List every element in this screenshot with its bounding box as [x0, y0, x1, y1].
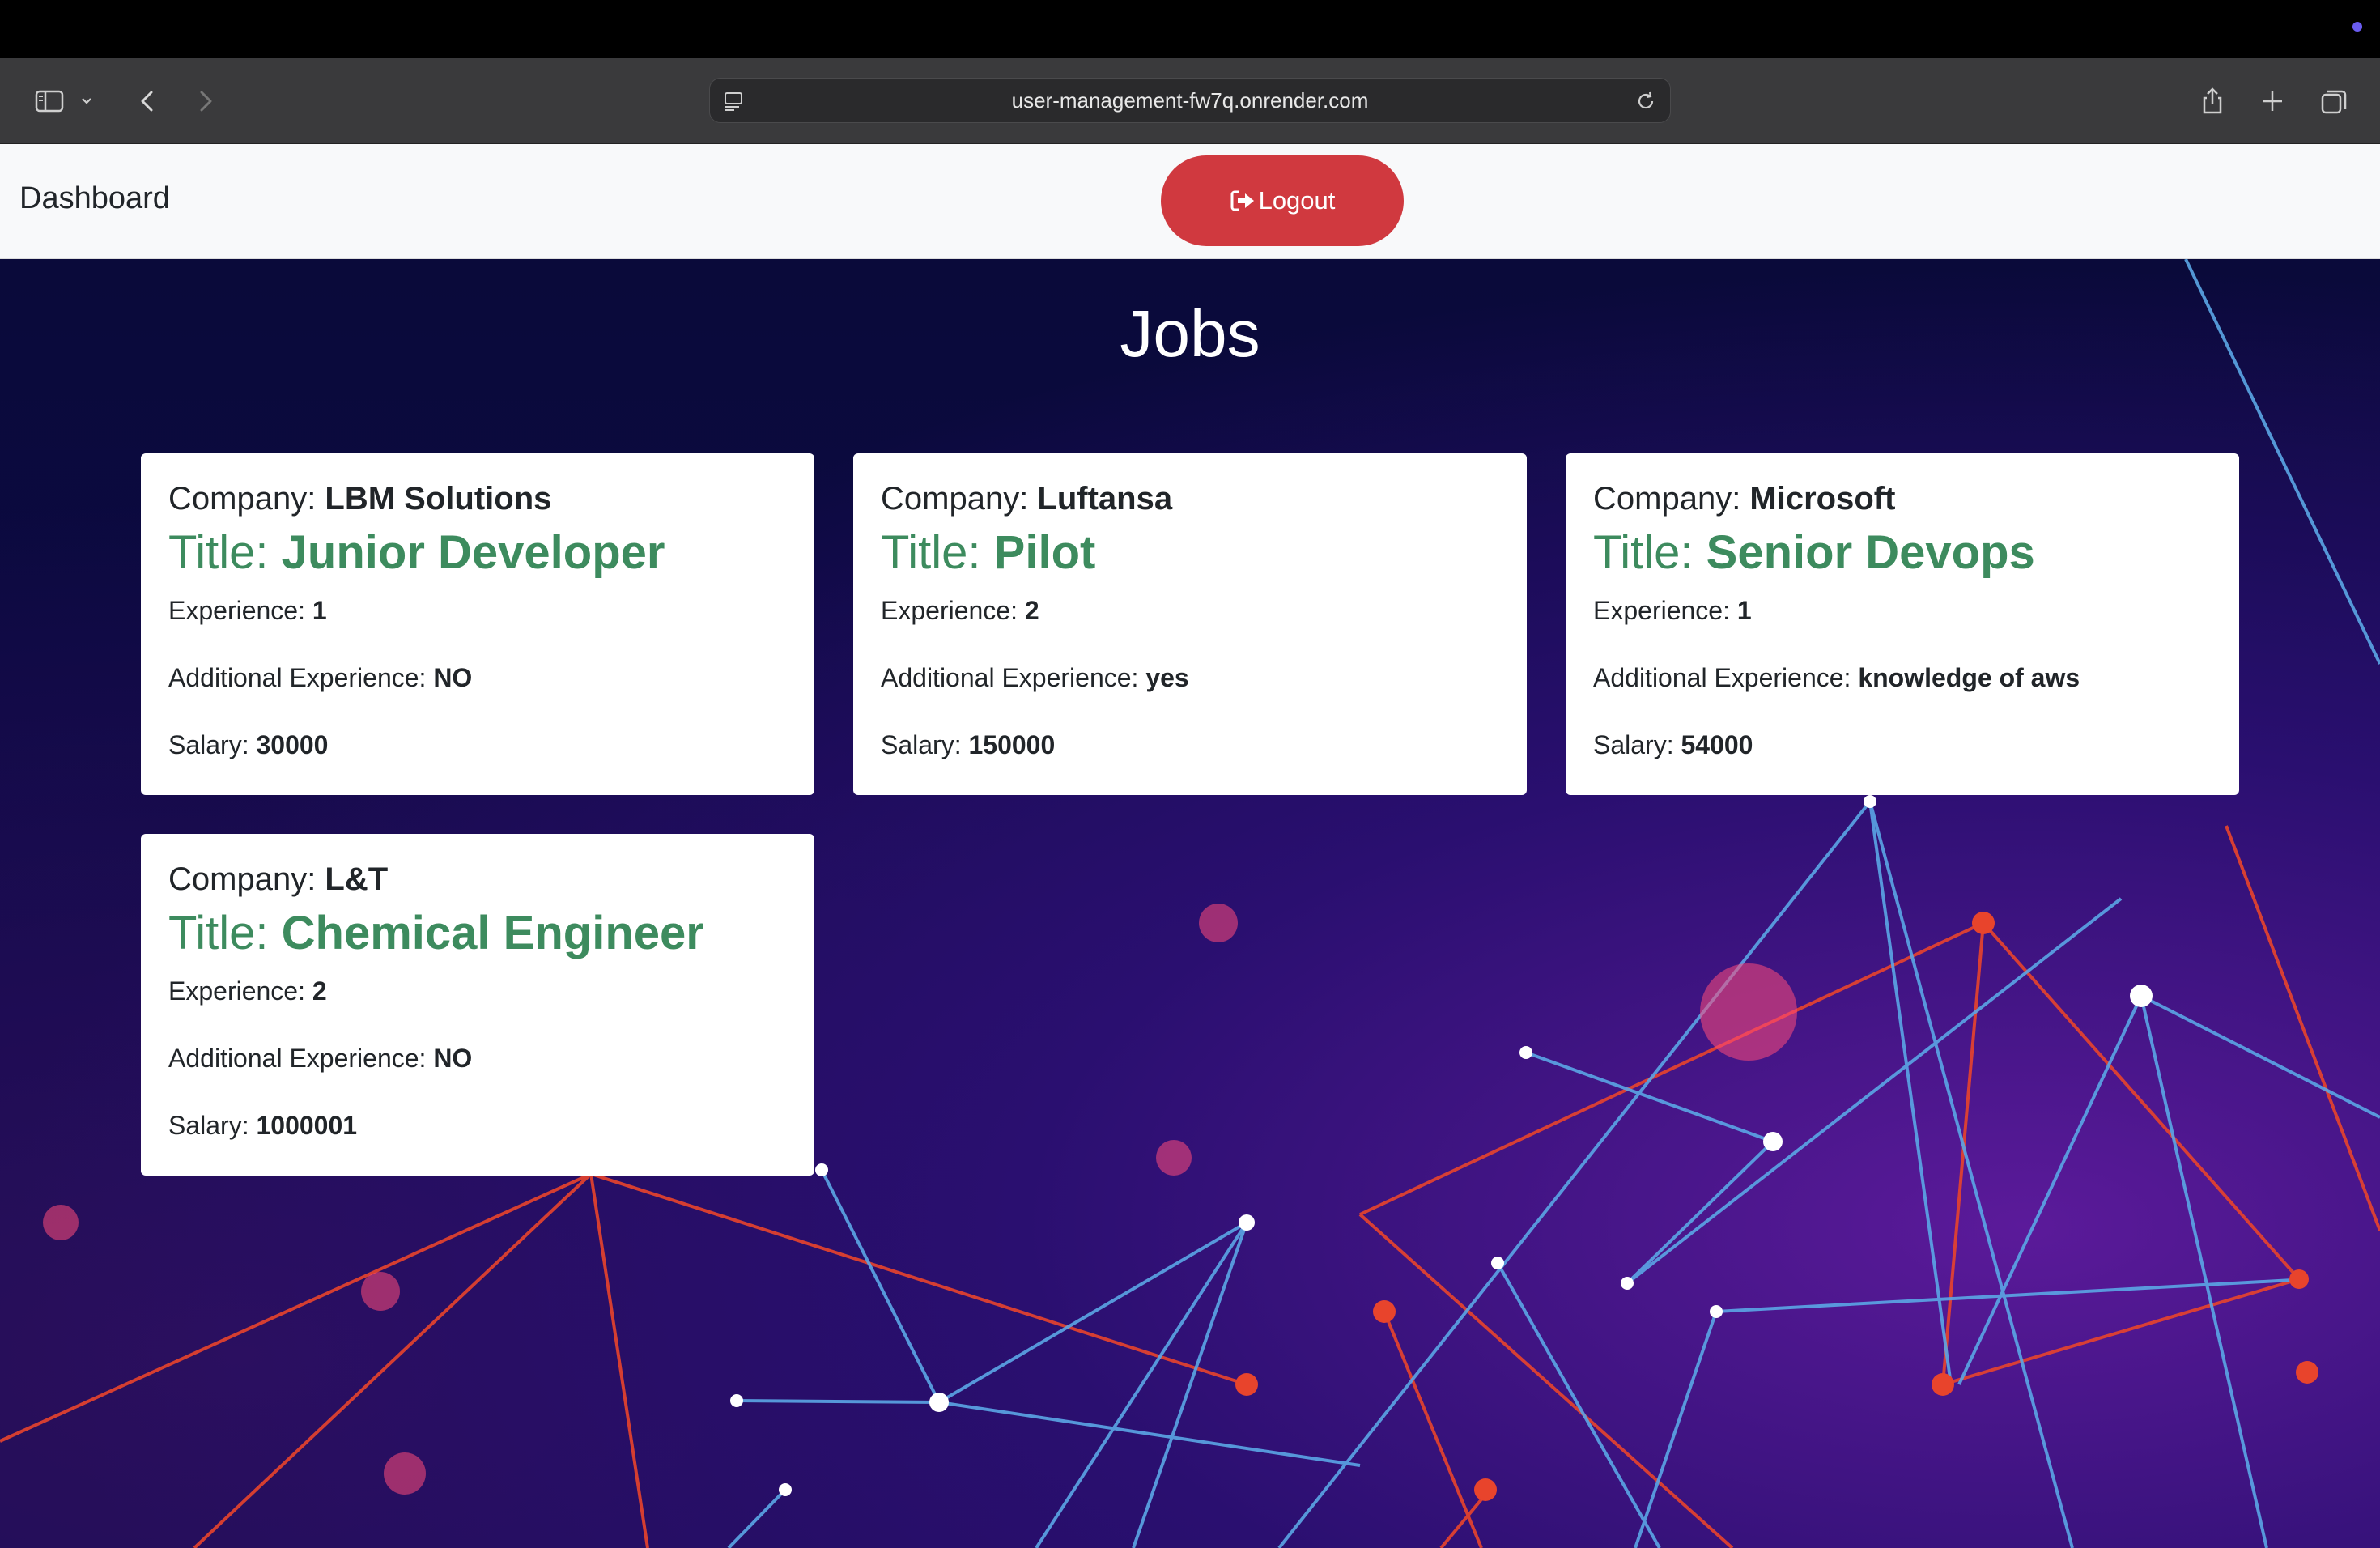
reload-icon[interactable] — [1633, 88, 1659, 114]
job-salary: Salary: 1000001 — [168, 1111, 358, 1140]
address-bar[interactable]: user-management-fw7q.onrender.com — [709, 78, 1671, 123]
job-experience: Experience: 1 — [168, 596, 327, 625]
job-title: Title: Chemical Engineer — [168, 907, 704, 959]
url-text: user-management-fw7q.onrender.com — [1011, 88, 1369, 113]
job-company: Company: LBM Solutions — [168, 481, 552, 517]
sidebar-toggle-icon[interactable] — [31, 83, 68, 120]
back-icon[interactable] — [130, 83, 167, 120]
dashboard-link[interactable]: Dashboard — [19, 181, 170, 216]
job-additional-experience: Additional Experience: NO — [168, 663, 473, 692]
jobs-page: Jobs Company: LBM Solutions Title: Junio… — [0, 259, 2380, 1548]
new-tab-icon[interactable] — [2254, 83, 2291, 120]
chevron-down-icon[interactable] — [74, 83, 99, 120]
job-experience: Experience: 2 — [881, 596, 1039, 625]
job-card: Company: LBM Solutions Title: Junior Dev… — [141, 453, 814, 795]
logout-icon — [1230, 190, 1254, 211]
job-title: Title: Senior Devops — [1593, 526, 2035, 579]
share-icon[interactable] — [2194, 83, 2231, 120]
job-experience: Experience: 1 — [1593, 596, 1752, 625]
browser-toolbar: user-management-fw7q.onrender.com — [0, 58, 2380, 144]
page-title: Jobs — [1120, 297, 1260, 371]
job-card: Company: Microsoft Title: Senior Devops … — [1566, 453, 2239, 795]
forward-icon[interactable] — [186, 83, 223, 120]
status-dot-icon — [2352, 22, 2362, 32]
os-menu-bar — [0, 0, 2380, 58]
job-experience: Experience: 2 — [168, 976, 327, 1006]
app-navbar: Dashboard Logout — [0, 144, 2380, 259]
job-additional-experience: Additional Experience: NO — [168, 1044, 473, 1073]
job-salary: Salary: 30000 — [168, 730, 329, 759]
job-title: Title: Pilot — [881, 526, 1096, 579]
job-card: Company: Luftansa Title: Pilot Experienc… — [853, 453, 1527, 795]
job-additional-experience: Additional Experience: yes — [881, 663, 1189, 692]
job-company: Company: Microsoft — [1593, 481, 1896, 517]
tab-overview-icon[interactable] — [2315, 83, 2352, 120]
job-title: Title: Junior Developer — [168, 526, 665, 579]
logout-label: Logout — [1258, 186, 1336, 215]
job-salary: Salary: 54000 — [1593, 730, 1753, 759]
job-additional-experience: Additional Experience: knowledge of aws — [1593, 663, 2080, 692]
logout-button[interactable]: Logout — [1161, 155, 1404, 246]
job-company: Company: L&T — [168, 861, 389, 897]
job-salary: Salary: 150000 — [881, 730, 1056, 759]
job-card: Company: L&T Title: Chemical Engineer Ex… — [141, 834, 814, 1176]
job-company: Company: Luftansa — [881, 481, 1173, 517]
